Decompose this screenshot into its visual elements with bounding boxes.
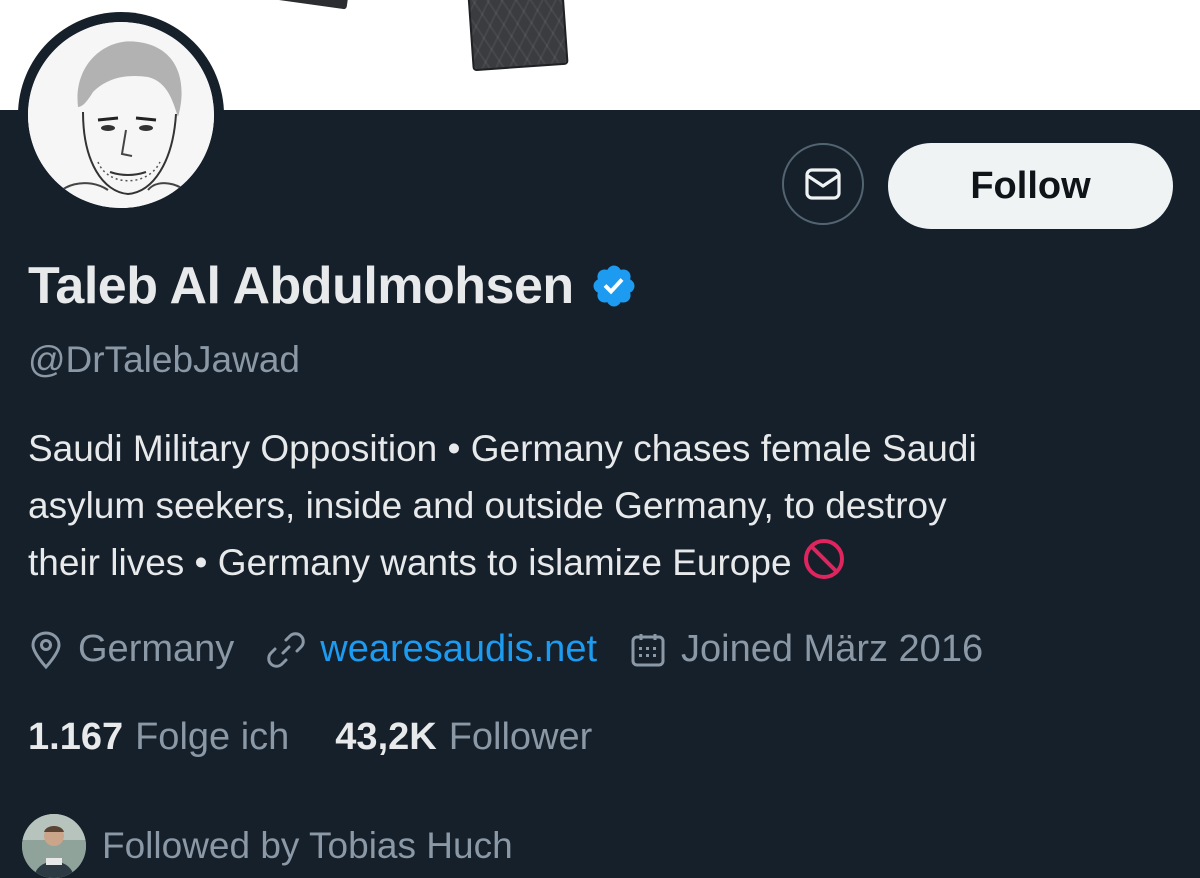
banner-object bbox=[267, 0, 349, 10]
profile-meta: Germany wearesaudis.net Joined März 2016 bbox=[28, 628, 1015, 671]
followed-by-text: Followed by Tobias Huch bbox=[102, 825, 513, 866]
followers-label: Follower bbox=[448, 716, 593, 758]
following-stat[interactable]: 1.167 Folge ich bbox=[28, 716, 289, 759]
location-item: Germany bbox=[28, 628, 234, 671]
profile-bio: Saudi Military Opposition • Germany chas… bbox=[28, 420, 1178, 597]
verified-badge-icon[interactable] bbox=[590, 262, 638, 310]
bio-line: their lives • Germany wants to islamize … bbox=[28, 542, 792, 583]
profile-avatar[interactable] bbox=[18, 12, 224, 218]
followed-by-row[interactable]: Followed by Tobias Huch bbox=[22, 814, 513, 878]
bio-line: Saudi Military Opposition • Germany chas… bbox=[28, 428, 977, 469]
following-label: Folge ich bbox=[135, 716, 290, 758]
location-text: Germany bbox=[78, 628, 235, 670]
envelope-icon bbox=[805, 168, 841, 200]
joined-item: Joined März 2016 bbox=[629, 628, 983, 671]
follower-avatar[interactable] bbox=[22, 814, 86, 878]
following-count: 1.167 bbox=[28, 716, 124, 758]
location-pin-icon bbox=[31, 630, 61, 669]
followers-count: 43,2K bbox=[335, 716, 437, 758]
follow-button[interactable]: Follow bbox=[888, 143, 1173, 229]
profile-handle: @DrTalebJawad bbox=[28, 339, 301, 380]
bio-line-last: their lives • Germany wants to islamize … bbox=[28, 534, 1178, 597]
followers-stat[interactable]: 43,2K Follower bbox=[335, 716, 592, 759]
profile-name-row: Taleb Al Abdulmohsen bbox=[28, 256, 638, 316]
link-icon bbox=[267, 631, 306, 668]
joined-text: Joined März 2016 bbox=[681, 628, 984, 670]
banner-object bbox=[467, 0, 569, 72]
message-button[interactable] bbox=[782, 143, 864, 225]
website-item[interactable]: wearesaudis.net bbox=[266, 628, 597, 671]
no-entry-icon bbox=[802, 537, 846, 597]
avatar-sketch bbox=[28, 22, 214, 208]
bio-line: asylum seekers, inside and outside Germa… bbox=[28, 485, 947, 526]
profile-stats: 1.167 Folge ich 43,2K Follower bbox=[28, 716, 638, 759]
website-link[interactable]: wearesaudis.net bbox=[320, 628, 597, 671]
calendar-icon bbox=[631, 633, 665, 666]
avatar-image bbox=[28, 22, 214, 208]
profile-name: Taleb Al Abdulmohsen bbox=[28, 257, 574, 315]
